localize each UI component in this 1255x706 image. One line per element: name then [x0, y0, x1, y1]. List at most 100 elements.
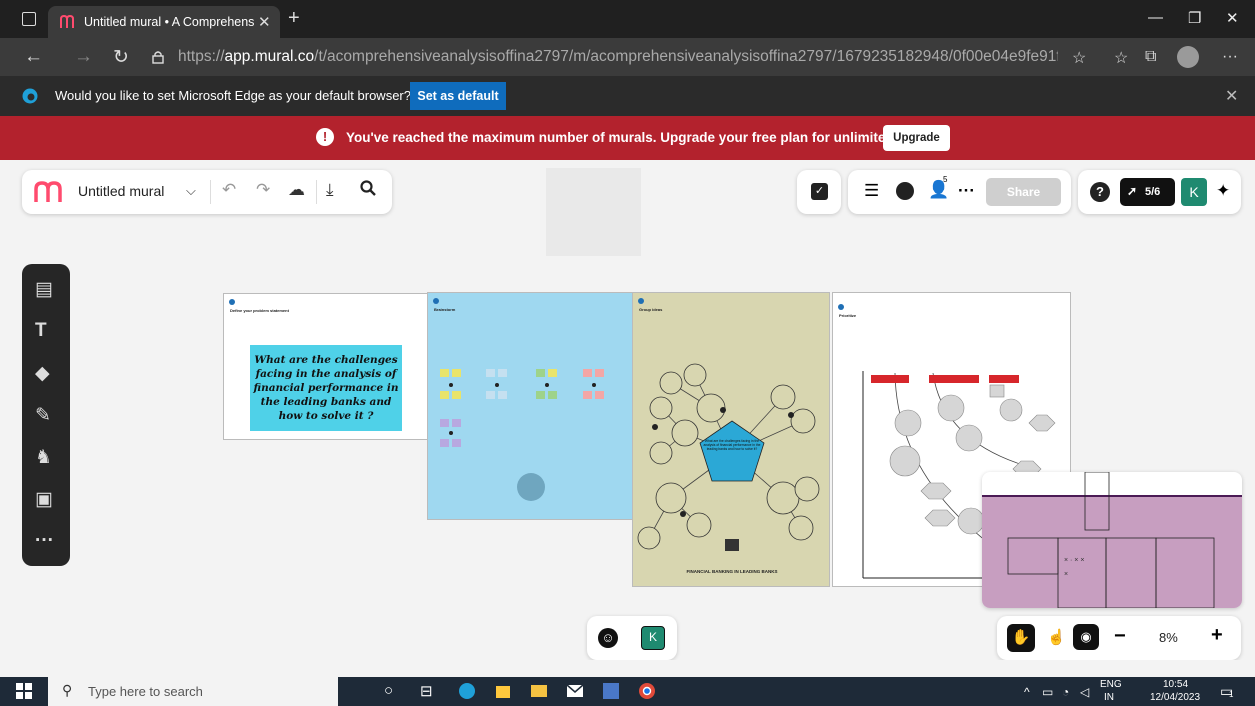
file-explorer-icon[interactable] — [530, 683, 548, 699]
minimap[interactable]: × · × × × — [982, 472, 1242, 608]
lock-icon[interactable] — [152, 50, 164, 64]
volume-icon[interactable]: ◁ — [1080, 685, 1089, 699]
edge-logo-icon — [22, 88, 38, 104]
new-tab-icon[interactable]: + — [288, 7, 300, 30]
mural-logo-icon — [60, 15, 76, 29]
cortana-icon[interactable]: ○ — [384, 682, 393, 699]
task-view-icon[interactable]: ⊟ — [420, 682, 433, 700]
collaborator-count: 5 — [943, 175, 948, 184]
hand-tool-icon[interactable]: ✋ — [1007, 624, 1035, 652]
help-icon[interactable]: ? — [1090, 182, 1110, 202]
problem-question-card[interactable]: What are the challenges facing in the an… — [250, 345, 402, 431]
clock-time[interactable]: 10:54 — [1163, 679, 1188, 690]
frame-problem-statement[interactable]: Define your problem statement What are t… — [223, 293, 429, 440]
url-field[interactable]: https://app.mural.co/t/acomprehensiveana… — [178, 48, 1058, 66]
tab-close-icon[interactable]: ✕ — [258, 13, 271, 31]
comments-icon[interactable] — [896, 182, 914, 200]
infobar-close-icon[interactable]: ✕ — [1225, 86, 1238, 106]
window-close-icon[interactable]: ✕ — [1226, 9, 1239, 27]
mural-count: 5/6 — [1145, 186, 1161, 198]
pen-icon[interactable]: ✎ — [35, 404, 51, 427]
minimap-toggle-icon[interactable]: ◉ — [1073, 624, 1099, 650]
zoom-in-icon[interactable]: + — [1211, 624, 1223, 647]
language-top[interactable]: ENG — [1100, 679, 1122, 690]
mail-icon[interactable] — [566, 683, 584, 699]
mural-logo-icon[interactable] — [34, 181, 66, 203]
more-menu-icon[interactable]: ··· — [1222, 48, 1238, 66]
banner-message: You've reached the maximum number of mur… — [346, 130, 946, 145]
cloud-saved-icon[interactable]: ☁ — [288, 180, 305, 200]
rocket-upgrade-button[interactable]: ➚ 5/6 — [1120, 178, 1175, 206]
user-avatar[interactable]: K — [641, 626, 665, 650]
more-icon[interactable]: ··· — [958, 181, 975, 201]
export-icon[interactable]: ⤓ — [326, 180, 334, 200]
share-label: Share — [1006, 185, 1041, 199]
zoom-level[interactable]: 8% — [1159, 630, 1178, 645]
left-toolbar: ▤ T ◆ ✎ ♞ ▣ ··· — [22, 264, 70, 566]
frame-footer-title: FINANCIAL BANKING IN LEADING BANKS — [686, 569, 778, 574]
checklist-panel: ✓ — [797, 170, 841, 214]
address-bar: ← → ↻ https://app.mural.co/t/acomprehens… — [0, 38, 1255, 76]
emoji-icon[interactable]: ☺ — [598, 628, 618, 648]
favorites-icon[interactable]: ☆ — [1114, 48, 1128, 68]
edge-taskbar-icon[interactable] — [458, 682, 476, 700]
tab-title: Untitled mural • A Comprehensiv — [84, 15, 254, 29]
snipping-tool-icon[interactable] — [602, 682, 620, 700]
browser-tab-active[interactable]: Untitled mural • A Comprehensiv ✕ — [48, 6, 280, 38]
problem-question-text: What are the challenges facing in the an… — [253, 354, 399, 422]
canvas-placeholder-area — [546, 168, 641, 256]
mural-name[interactable]: Untitled mural — [78, 183, 164, 199]
window-menu-icon[interactable] — [22, 12, 36, 26]
browser-tab-bar: Untitled mural • A Comprehensiv ✕ + — ❐ … — [0, 0, 1255, 38]
search-placeholder: Type here to search — [88, 684, 203, 699]
rocket-icon: ➚ — [1127, 184, 1138, 198]
mural-canvas[interactable]: Untitled mural ⌵ ↶ ↷ ☁ ⤓ ✓ ☰ 👤 5 ··· Sha… — [0, 160, 1255, 660]
minimap-view: × · × × × — [982, 472, 1242, 608]
select-tool-icon[interactable]: ☝ — [1047, 628, 1066, 646]
sparkle-icon[interactable]: ✦ — [1216, 181, 1230, 201]
image-icon[interactable]: ▣ — [35, 488, 53, 511]
undo-icon[interactable]: ↶ — [222, 180, 236, 200]
frame-brainstorm[interactable]: Brainstorm — [427, 292, 634, 520]
text-icon[interactable]: T — [35, 320, 47, 342]
warning-icon: ! — [316, 128, 334, 146]
search-icon: ⚲ — [62, 682, 73, 698]
taskbar-search-input[interactable]: ⚲ Type here to search — [48, 677, 338, 706]
language-bottom[interactable]: IN — [1104, 692, 1114, 703]
mural-toolbar: Untitled mural ⌵ ↶ ↷ ☁ ⤓ — [22, 170, 392, 214]
divider — [316, 180, 317, 204]
user-avatar[interactable]: K — [1181, 178, 1207, 206]
shapes-icon[interactable]: ◆ — [35, 362, 50, 385]
sticky-note-icon[interactable]: ▤ — [35, 278, 53, 301]
back-icon[interactable]: ← — [24, 46, 43, 68]
frame-group-ideas[interactable]: Group ideas What are the challenges faci… — [632, 292, 830, 587]
windows-taskbar: ⚲ Type here to search ○ ⊟ ^ ▭ ◔ ◁ ENG IN… — [0, 677, 1255, 706]
set-default-button[interactable]: Set as default — [410, 82, 506, 110]
forward-icon[interactable]: → — [74, 46, 93, 68]
divider — [210, 180, 211, 204]
more-icon[interactable]: ··· — [35, 530, 54, 552]
chrome-icon[interactable] — [638, 682, 656, 700]
upgrade-button[interactable]: Upgrade — [883, 125, 950, 151]
zoom-controls: ✋ ☝ ◉ − 8% + — [997, 616, 1241, 660]
refresh-icon[interactable]: ↻ — [113, 46, 129, 69]
templates-icon[interactable]: ♞ — [35, 446, 52, 469]
store-icon[interactable] — [494, 682, 512, 700]
share-button[interactable]: Share — [986, 178, 1061, 206]
wifi-icon[interactable]: ◔ — [1062, 685, 1069, 699]
network-icon[interactable]: ▭ — [1042, 685, 1053, 699]
search-icon[interactable] — [360, 180, 376, 196]
chevron-down-icon[interactable]: ⌵ — [186, 183, 196, 199]
windows-start-icon[interactable] — [16, 683, 32, 699]
clock-date[interactable]: 12/04/2023 — [1150, 692, 1200, 703]
restore-icon[interactable]: ❐ — [1188, 9, 1201, 27]
collections-icon[interactable]: ⧉ — [1145, 48, 1156, 66]
minimize-icon[interactable]: — — [1148, 9, 1163, 26]
outline-icon[interactable]: ☰ — [864, 181, 879, 201]
read-aloud-icon[interactable]: ☆ — [1072, 48, 1086, 68]
redo-icon[interactable]: ↷ — [256, 180, 270, 200]
checklist-icon[interactable]: ✓ — [811, 183, 828, 200]
profile-avatar[interactable] — [1177, 46, 1199, 68]
tray-chevron-icon[interactable]: ^ — [1024, 685, 1030, 699]
zoom-out-icon[interactable]: − — [1114, 625, 1126, 648]
